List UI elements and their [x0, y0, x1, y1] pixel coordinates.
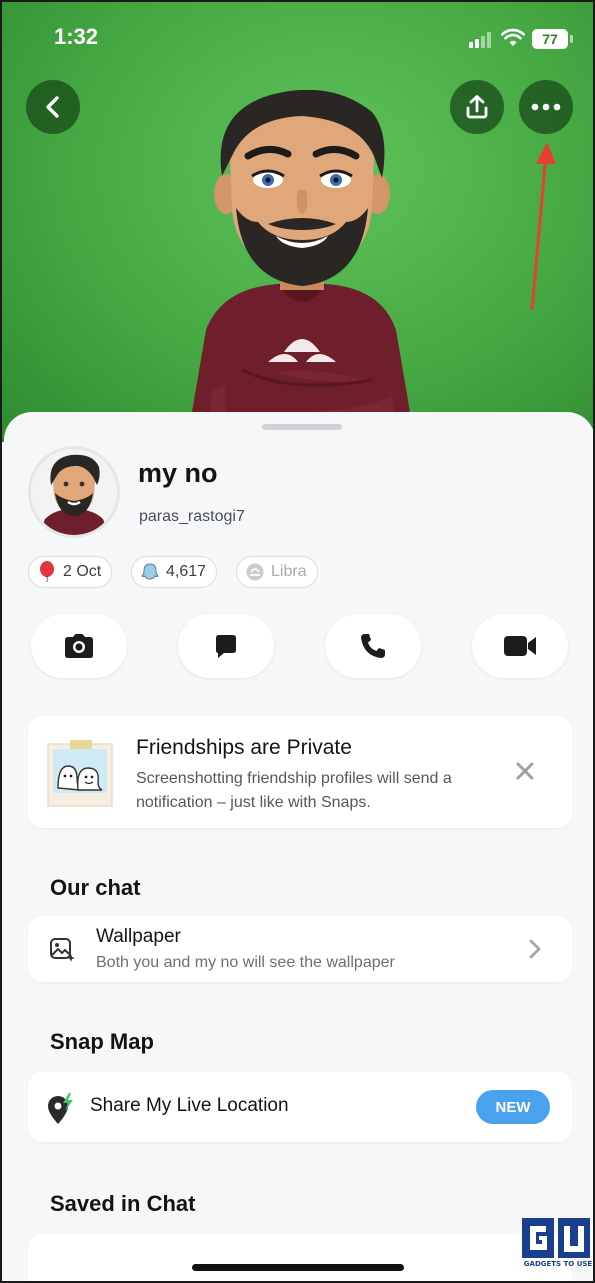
watermark-text: GADGETS TO USE	[523, 1260, 593, 1268]
live-location-icon	[48, 1093, 73, 1124]
call-button[interactable]	[325, 614, 421, 678]
our-chat-section-title: Our chat	[50, 875, 141, 900]
wifi-icon	[501, 28, 525, 46]
snap-score-label: 4,617	[166, 563, 207, 580]
chat-button[interactable]	[178, 614, 274, 678]
snap-score-chip[interactable]: 4,617	[131, 556, 218, 588]
bitmoji-thumbnail-image	[31, 449, 117, 535]
privacy-card-body: Screenshotting friendship profiles will …	[136, 770, 452, 811]
username[interactable]: paras_rastogi7	[139, 508, 245, 526]
video-icon	[504, 636, 536, 656]
snap-map-section-title: Snap Map	[50, 1029, 154, 1054]
profile-hero: 1:32 77	[2, 2, 593, 442]
wallpaper-row[interactable]: Wallpaper Both you and my no will see th…	[28, 916, 572, 982]
wallpaper-title: Wallpaper	[96, 926, 181, 947]
saved-in-chat-card[interactable]	[28, 1234, 572, 1281]
camera-icon	[65, 634, 93, 658]
friends-photo-illustration-icon	[47, 740, 113, 807]
battery-icon: 77	[532, 29, 573, 49]
back-button[interactable]	[26, 80, 80, 134]
chevron-left-icon	[46, 96, 59, 118]
bitmoji-avatar-image	[192, 90, 410, 412]
share-profile-button[interactable]	[450, 80, 504, 134]
profile-sheet: my no paras_rastogi7 2 Oct 4,617 Libra F…	[4, 412, 593, 1281]
live-location-title: Share My Live Location	[90, 1095, 289, 1116]
profile-avatar[interactable]	[28, 446, 120, 538]
share-icon	[466, 95, 488, 119]
balloon-icon	[40, 561, 54, 583]
video-call-button[interactable]	[472, 614, 568, 678]
saved-in-chat-section-title: Saved in Chat	[50, 1191, 196, 1216]
display-name: my no	[138, 458, 218, 488]
zodiac-icon	[246, 563, 264, 581]
cellular-signal-icon	[469, 32, 495, 48]
chat-icon	[216, 635, 236, 658]
zodiac-label: Libra	[271, 563, 307, 580]
birthday-chip[interactable]: 2 Oct	[28, 556, 113, 588]
birthday-label: 2 Oct	[63, 563, 102, 580]
privacy-card-title: Friendships are Private	[136, 736, 352, 759]
new-badge: NEW	[476, 1090, 550, 1124]
friendship-privacy-card: Friendships are Private Screenshotting f…	[28, 716, 572, 828]
wallpaper-icon	[50, 938, 75, 962]
share-live-location-row[interactable]: Share My Live Location NEW	[28, 1072, 572, 1142]
status-time: 1:32	[54, 24, 99, 49]
app-screen: 1:32 77 my no paras_rastogi7 2 Oct 4,617…	[0, 0, 595, 1283]
status-bar: 1:32 77	[2, 2, 593, 72]
chevron-right-icon	[529, 939, 541, 959]
phone-icon	[361, 634, 385, 658]
zodiac-chip[interactable]: Libra	[236, 556, 318, 588]
camera-button[interactable]	[31, 614, 127, 678]
wallpaper-subtitle: Both you and my no will see the wallpape…	[96, 954, 395, 971]
close-icon[interactable]	[514, 760, 536, 782]
annotation-arrow-icon	[530, 142, 556, 311]
ghost-icon	[141, 563, 159, 580]
more-dots-icon	[531, 103, 561, 111]
home-indicator[interactable]	[192, 1264, 404, 1271]
more-options-button[interactable]	[519, 80, 573, 134]
sheet-grabber[interactable]	[262, 424, 342, 430]
